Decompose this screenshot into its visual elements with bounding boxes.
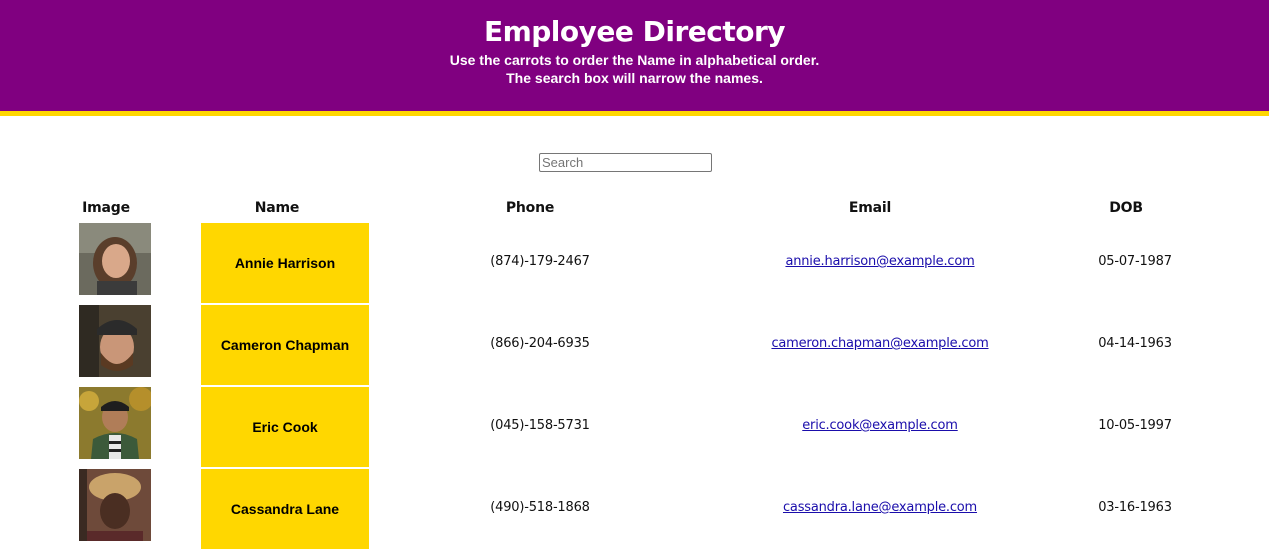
- employee-phone: (045)-158-5731: [490, 418, 590, 433]
- search-input[interactable]: [539, 153, 712, 172]
- email-link[interactable]: eric.cook@example.com: [802, 418, 958, 433]
- employee-dob: 10-05-1997: [1098, 418, 1172, 433]
- avatar: [79, 223, 151, 295]
- email-link[interactable]: cassandra.lane@example.com: [783, 500, 977, 515]
- page-header: Employee Directory Use the carrots to or…: [0, 0, 1269, 116]
- email-link[interactable]: annie.harrison@example.com: [785, 254, 974, 269]
- employee-dob: 04-14-1963: [1098, 336, 1172, 351]
- employee-phone: (874)-179-2467: [490, 254, 590, 269]
- avatar: [79, 387, 151, 459]
- employee-name: Eric Cook: [201, 387, 369, 467]
- employee-email[interactable]: annie.harrison@example.com: [740, 253, 1020, 271]
- employee-name: Annie Harrison: [201, 223, 369, 303]
- avatar: [79, 305, 151, 377]
- email-link[interactable]: cameron.chapman@example.com: [771, 336, 988, 351]
- table-row: Annie Harrison (874)-179-2467 annie.harr…: [0, 223, 1269, 303]
- table-row: Cassandra Lane (490)-518-1868 cassandra.…: [0, 469, 1269, 549]
- employee-phone: (490)-518-1868: [490, 500, 590, 515]
- employee-email[interactable]: cassandra.lane@example.com: [740, 499, 1020, 517]
- table-row: Cameron Chapman (866)-204-6935 cameron.c…: [0, 305, 1269, 385]
- table-row: Eric Cook (045)-158-5731 eric.cook@examp…: [0, 387, 1269, 467]
- column-header-email: Email: [848, 200, 892, 216]
- instructions-line-2: The search box will narrow the names.: [506, 70, 763, 86]
- employee-dob: 03-16-1963: [1098, 500, 1172, 515]
- employee-phone: (866)-204-6935: [490, 336, 590, 351]
- avatar: [79, 469, 151, 541]
- column-header-phone: Phone: [505, 200, 555, 216]
- employee-email[interactable]: cameron.chapman@example.com: [740, 335, 1020, 353]
- column-header-name[interactable]: Name: [201, 199, 353, 217]
- column-header-dob: DOB: [1109, 200, 1143, 216]
- page-title: Employee Directory: [483, 15, 786, 48]
- employee-name: Cassandra Lane: [201, 469, 369, 549]
- employee-email[interactable]: eric.cook@example.com: [740, 417, 1020, 435]
- employee-name: Cameron Chapman: [201, 305, 369, 385]
- column-header-image: Image: [82, 200, 130, 216]
- employee-dob: 05-07-1987: [1098, 254, 1172, 269]
- instructions-line-1: Use the carrots to order the Name in alp…: [449, 52, 820, 68]
